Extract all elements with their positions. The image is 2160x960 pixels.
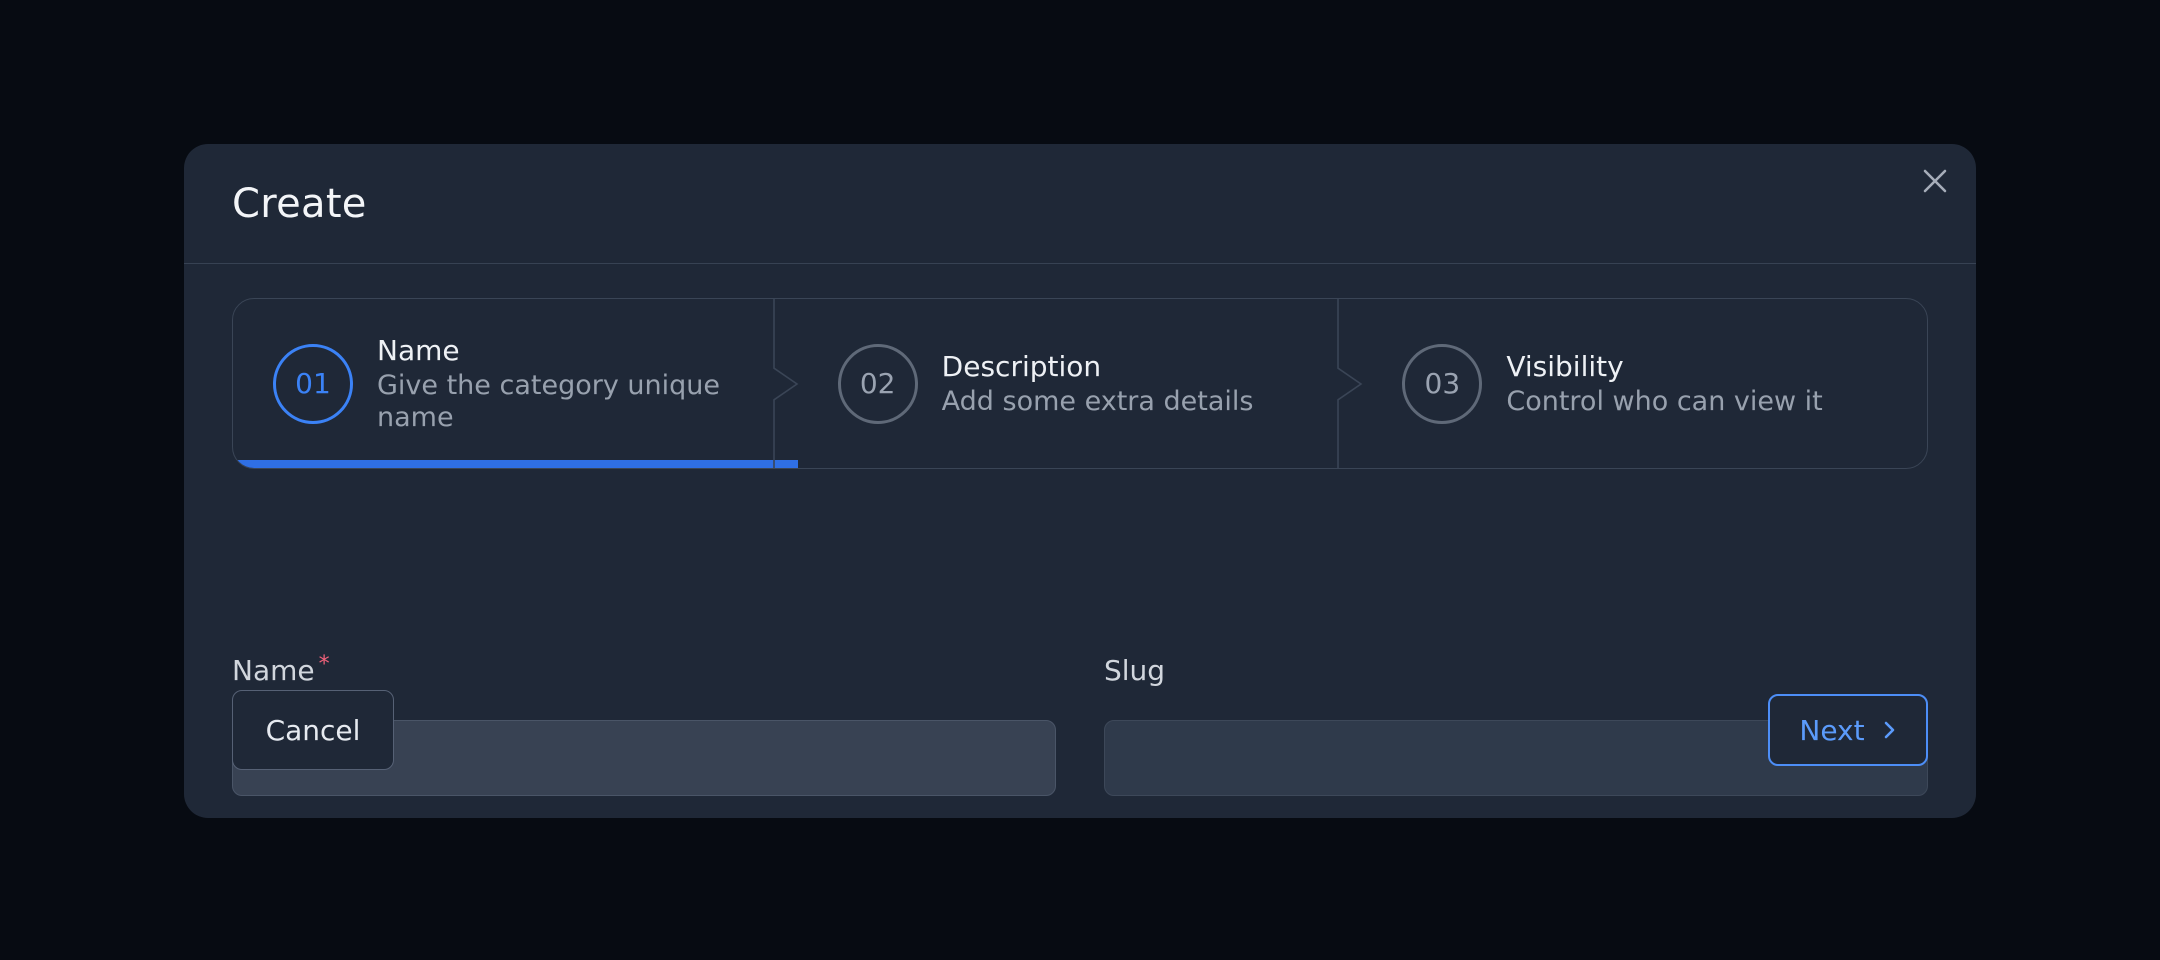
step-description: Add some extra details bbox=[941, 385, 1254, 417]
step-separator-icon bbox=[1337, 299, 1363, 468]
next-button[interactable]: Next bbox=[1768, 694, 1928, 766]
cancel-button[interactable]: Cancel bbox=[232, 690, 394, 770]
step-title: Visibility bbox=[1506, 349, 1624, 383]
next-button-label: Next bbox=[1799, 713, 1865, 747]
cancel-button-label: Cancel bbox=[265, 713, 361, 747]
close-button[interactable] bbox=[1918, 164, 1952, 198]
step-name[interactable]: 01 Name Give the category unique name bbox=[233, 299, 799, 468]
step-visibility[interactable]: 03 Visibility Control who can view it bbox=[1362, 299, 1927, 468]
step-text: Description Add some extra details bbox=[942, 350, 1322, 418]
close-icon bbox=[1923, 169, 1947, 193]
modal-header: Create bbox=[184, 144, 1976, 264]
step-title: Description bbox=[941, 349, 1102, 383]
step-description: Control who can view it bbox=[1506, 385, 1823, 417]
stepper: 01 Name Give the category unique name 02… bbox=[232, 298, 1928, 469]
step-separator-icon bbox=[772, 299, 799, 468]
step-description: Give the category unique name bbox=[377, 369, 720, 433]
step-title: Name bbox=[377, 333, 460, 367]
slug-label: Slug bbox=[1104, 654, 1928, 698]
required-marker: * bbox=[318, 652, 330, 677]
modal-title: Create bbox=[232, 181, 367, 227]
name-label-text: Name bbox=[232, 654, 315, 687]
step-description[interactable]: 02 Description Add some extra details bbox=[798, 299, 1363, 468]
step-number-circle: 03 bbox=[1402, 343, 1483, 424]
step-progress-bar bbox=[233, 460, 798, 468]
slug-label-text: Slug bbox=[1104, 654, 1166, 687]
step-text: Visibility Control who can view it bbox=[1506, 350, 1886, 418]
chevron-right-icon bbox=[1884, 721, 1894, 739]
step-number-circle: 01 bbox=[273, 343, 353, 424]
step-text: Name Give the category unique name bbox=[377, 334, 757, 434]
create-modal: Create 01 Name Give the category unique … bbox=[184, 144, 1976, 818]
step-number-circle: 02 bbox=[837, 343, 918, 424]
